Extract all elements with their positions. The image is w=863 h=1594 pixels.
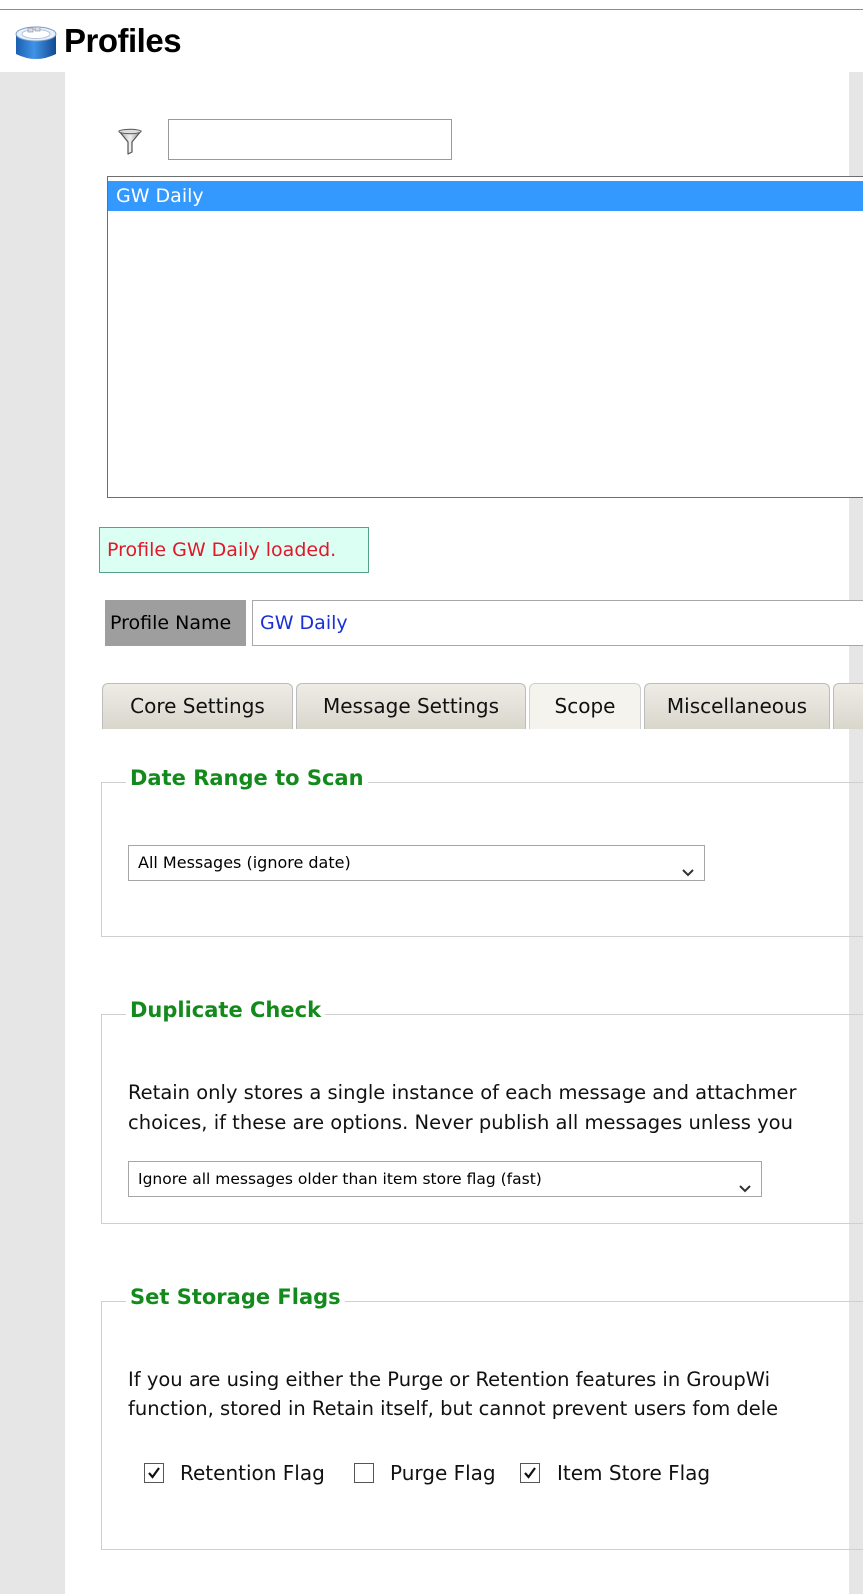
item-store-flag-label: Item Store Flag xyxy=(557,1461,711,1485)
storage-flags-text-line1: If you are using either the Purge or Ret… xyxy=(128,1368,771,1391)
purge-flag-checkbox[interactable] xyxy=(354,1463,374,1483)
chevron-down-icon xyxy=(738,1173,752,1193)
storage-flags-legend: Set Storage Flags xyxy=(126,1285,345,1309)
duplicate-check-text-line2: choices, if these are options. Never pub… xyxy=(128,1111,793,1134)
tab-miscellaneous[interactable]: Miscellaneous xyxy=(644,683,830,729)
tab-scope[interactable]: Scope xyxy=(529,683,641,729)
page-title: Profiles xyxy=(64,22,182,59)
retention-flag-label: Retention Flag xyxy=(180,1461,325,1485)
duplicate-check-legend: Duplicate Check xyxy=(126,998,326,1022)
chevron-down-icon xyxy=(681,857,695,877)
date-range-select[interactable]: All Messages (ignore date) xyxy=(128,845,705,881)
storage-flags-text-line2: function, stored in Retain itself, but c… xyxy=(128,1397,779,1420)
left-margin xyxy=(0,72,65,1594)
duplicate-check-section: Duplicate Check Retain only stores a sin… xyxy=(101,998,863,1224)
tab-overflow[interactable] xyxy=(833,683,863,729)
status-message: Profile GW Daily loaded. xyxy=(99,527,369,573)
duplicate-check-select[interactable]: Ignore all messages older than item stor… xyxy=(128,1161,762,1197)
profile-list[interactable]: GW Daily xyxy=(107,176,863,498)
storage-flags-section: Set Storage Flags If you are using eithe… xyxy=(101,1285,863,1550)
filter-input[interactable] xyxy=(168,119,452,160)
profile-name-label: Profile Name xyxy=(105,600,246,646)
tab-message-settings[interactable]: Message Settings xyxy=(296,683,526,729)
database-icon xyxy=(14,24,58,62)
funnel-icon[interactable] xyxy=(117,128,143,156)
tab-core-settings[interactable]: Core Settings xyxy=(102,683,293,729)
purge-flag-label: Purge Flag xyxy=(390,1461,496,1485)
item-store-flag-checkbox[interactable] xyxy=(520,1463,540,1483)
duplicate-check-value: Ignore all messages older than item stor… xyxy=(138,1170,542,1188)
date-range-legend: Date Range to Scan xyxy=(126,766,368,790)
date-range-value: All Messages (ignore date) xyxy=(138,853,351,872)
date-range-section: Date Range to Scan All Messages (ignore … xyxy=(101,766,863,937)
profile-name-field[interactable]: GW Daily xyxy=(252,600,863,646)
duplicate-check-text-line1: Retain only stores a single instance of … xyxy=(128,1081,797,1104)
list-item[interactable]: GW Daily xyxy=(108,181,863,211)
retention-flag-checkbox[interactable] xyxy=(144,1463,164,1483)
